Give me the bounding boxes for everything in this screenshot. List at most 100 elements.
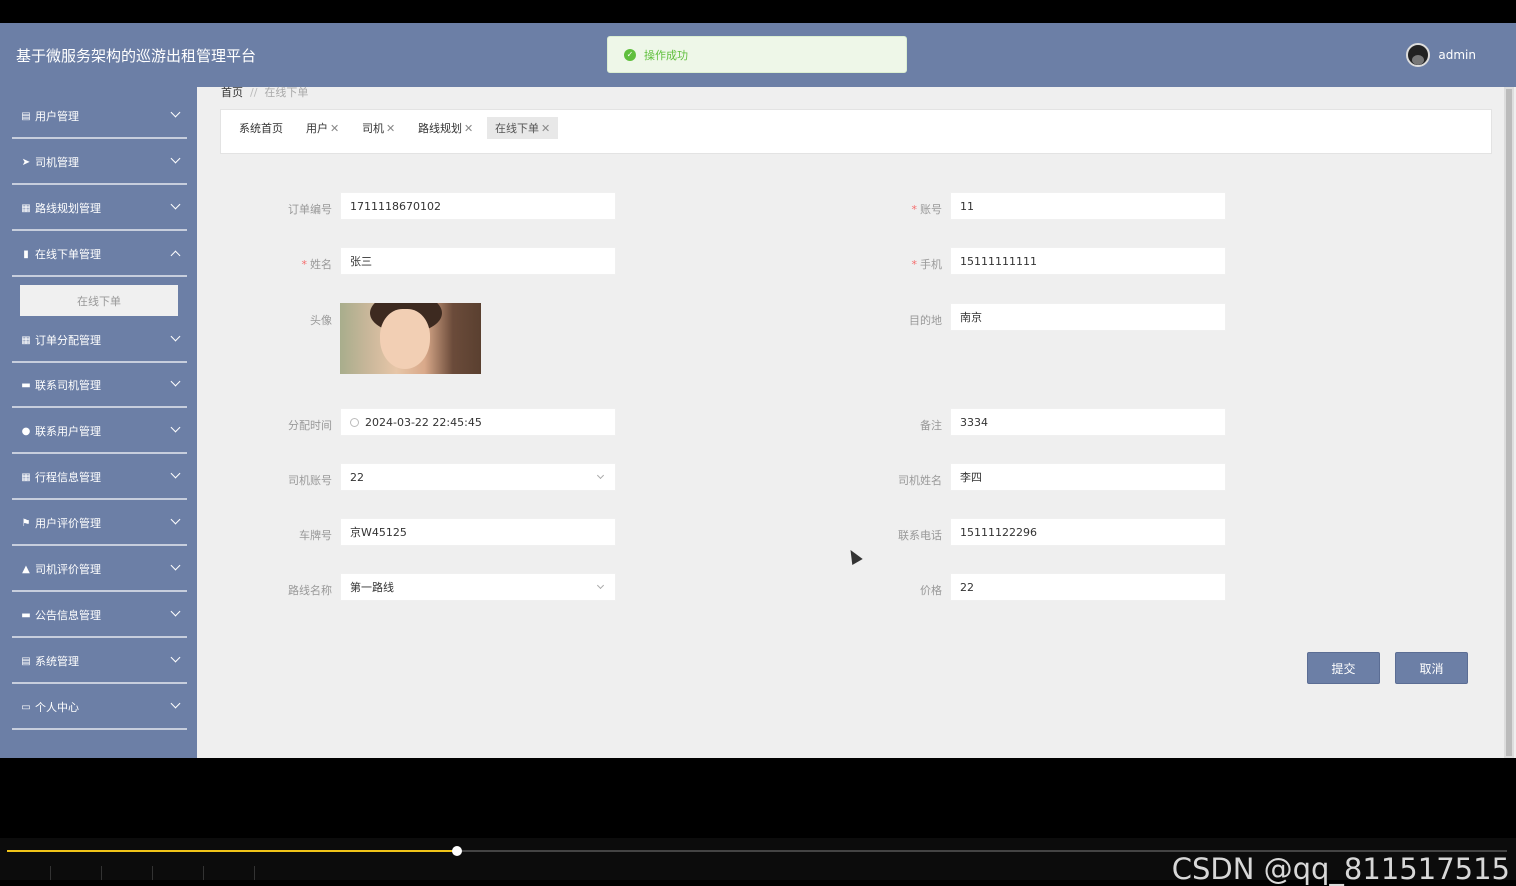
player-control[interactable] (51, 866, 102, 880)
required-mark: * (301, 258, 308, 271)
tab-driver[interactable]: 司机 ✕ (354, 117, 403, 139)
clock-icon (350, 417, 359, 427)
sidebar-item-label: 联系司机管理 (35, 379, 101, 392)
name-label-text: 姓名 (310, 258, 332, 271)
user-menu[interactable]: admin (1406, 43, 1476, 67)
tab-label: 用户 (306, 122, 328, 135)
sidebar-item-label: 用户评价管理 (35, 517, 101, 530)
driver-account-value: 22 (350, 470, 364, 484)
player-control[interactable] (0, 866, 51, 880)
tab-route-planning[interactable]: 路线规划 ✕ (410, 117, 481, 139)
remark-label: 备注 (920, 419, 942, 432)
chevron-down-icon (170, 606, 181, 617)
app-title: 基于微服务架构的巡游出租管理平台 (16, 47, 257, 65)
destination-field[interactable]: 南京 (950, 303, 1226, 331)
sidebar-item-personal-center[interactable]: ▭ 个人中心 (12, 686, 187, 730)
contact-phone-field[interactable]: 15111122296 (950, 518, 1226, 546)
driver-name-label: 司机姓名 (898, 474, 942, 487)
grid-icon: ▦ (21, 334, 31, 346)
thumbs-up-icon: ▲ (22, 563, 30, 575)
route-name-select[interactable]: 第一路线 (340, 573, 616, 601)
tab-online-order[interactable]: 在线下单 ✕ (487, 117, 559, 139)
required-mark: * (911, 258, 918, 271)
sidebar-item-label: 用户管理 (35, 110, 79, 123)
sidebar-item-label: 系统管理 (35, 655, 79, 668)
sidebar-item-label: 联系用户管理 (35, 425, 101, 438)
assign-time-picker[interactable]: 2024-03-22 22:45:45 (340, 408, 616, 436)
sidebar-item-label: 司机评价管理 (35, 563, 101, 576)
close-icon[interactable]: ✕ (464, 122, 473, 135)
scrollbar-thumb[interactable] (1506, 89, 1512, 756)
driver-name-field[interactable]: 李四 (950, 463, 1226, 491)
flag-icon: ⚑ (21, 517, 31, 529)
close-icon[interactable]: ✕ (386, 122, 395, 135)
breadcrumb: 首页 // 在线下单 (221, 84, 308, 100)
remark-field[interactable]: 3334 (950, 408, 1226, 436)
sidebar-item-trip-info-management[interactable]: ▦ 行程信息管理 (12, 456, 187, 500)
player-control[interactable] (153, 866, 204, 880)
ticket-icon: ▬ (21, 609, 31, 621)
sidebar-item-notice-management[interactable]: ▬ 公告信息管理 (12, 594, 187, 638)
name-label: * 姓名 (242, 256, 333, 272)
sidebar: ▤ 用户管理 ➤ 司机管理 ▦ 路线规划管理 ▮ 在线下单管理 在线下单 ▦ 订… (0, 87, 197, 758)
tab-label: 在线下单 (495, 122, 539, 135)
required-mark: * (911, 203, 918, 216)
scrollbar[interactable] (1504, 87, 1514, 758)
sidebar-item-user-management[interactable]: ▤ 用户管理 (12, 95, 187, 139)
sidebar-item-driver-review-management[interactable]: ▲ 司机评价管理 (12, 548, 187, 592)
check-circle-icon: ✓ (624, 48, 636, 61)
sidebar-item-user-review-management[interactable]: ⚑ 用户评价管理 (12, 502, 187, 546)
avatar[interactable] (1406, 43, 1431, 67)
sidebar-item-route-management[interactable]: ▦ 路线规划管理 (12, 187, 187, 231)
account-field[interactable]: 11 (950, 192, 1226, 220)
photo-face (380, 309, 430, 369)
cancel-button[interactable]: 取消 (1395, 652, 1468, 684)
submit-button[interactable]: 提交 (1307, 652, 1380, 684)
order-no-label: 订单编号 (288, 203, 332, 216)
user-name[interactable]: admin (1438, 48, 1476, 62)
route-name-label: 路线名称 (288, 584, 332, 597)
sidebar-item-order-assign-management[interactable]: ▦ 订单分配管理 (12, 319, 187, 363)
breadcrumb-home[interactable]: 首页 (221, 86, 243, 99)
chevron-down-icon (596, 581, 605, 590)
tab-system-home[interactable]: 系统首页 (231, 117, 291, 139)
app-window: 基于微服务架构的巡游出租管理平台 ✓ 操作成功 admin ▤ 用户管理 ➤ 司… (0, 23, 1516, 758)
driver-account-select[interactable]: 22 (340, 463, 616, 491)
player-control[interactable] (204, 866, 255, 880)
tab-user[interactable]: 用户 ✕ (298, 117, 347, 139)
sidebar-item-system-management[interactable]: ▤ 系统管理 (12, 640, 187, 684)
player-control[interactable] (102, 866, 153, 880)
sidebar-item-driver-management[interactable]: ➤ 司机管理 (12, 141, 187, 185)
success-toast: ✓ 操作成功 (607, 36, 907, 73)
avatar-image[interactable] (340, 303, 481, 374)
clipboard-icon: ▤ (21, 110, 31, 122)
chevron-down-icon (170, 331, 181, 342)
card-icon: ▭ (21, 701, 31, 713)
watermark: CSDN @qq_811517515 (1171, 852, 1510, 886)
chevron-down-icon (170, 153, 181, 164)
bulb-icon: ● (21, 425, 31, 437)
chevron-down-icon (170, 698, 181, 709)
plate-label: 车牌号 (299, 529, 332, 542)
progress-handle[interactable] (452, 846, 462, 856)
sidebar-item-contact-user-management[interactable]: ● 联系用户管理 (12, 410, 187, 454)
chevron-down-icon (170, 107, 181, 118)
price-label: 价格 (920, 584, 942, 597)
sidebar-item-online-order-management[interactable]: ▮ 在线下单管理 (12, 233, 187, 277)
close-icon[interactable]: ✕ (330, 122, 339, 135)
price-field[interactable]: 22 (950, 573, 1226, 601)
name-field[interactable]: 张三 (340, 247, 616, 275)
driver-account-label: 司机账号 (288, 474, 332, 487)
sidebar-subitem-online-order[interactable]: 在线下单 (20, 285, 178, 316)
sidebar-item-contact-driver-management[interactable]: ▬ 联系司机管理 (12, 364, 187, 408)
order-no-field[interactable]: 1711118670102 (340, 192, 616, 220)
chevron-down-icon (170, 468, 181, 479)
sidebar-item-label: 司机管理 (35, 156, 79, 169)
tab-bar: 系统首页 用户 ✕ 司机 ✕ 路线规划 ✕ 在线下单 ✕ (220, 109, 1492, 154)
tab-label: 系统首页 (239, 122, 283, 135)
plate-field[interactable]: 京W45125 (340, 518, 616, 546)
phone-field[interactable]: 15111111111 (950, 247, 1226, 275)
sidebar-item-label: 在线下单管理 (35, 248, 101, 261)
chevron-down-icon (170, 376, 181, 387)
close-icon[interactable]: ✕ (541, 122, 550, 135)
